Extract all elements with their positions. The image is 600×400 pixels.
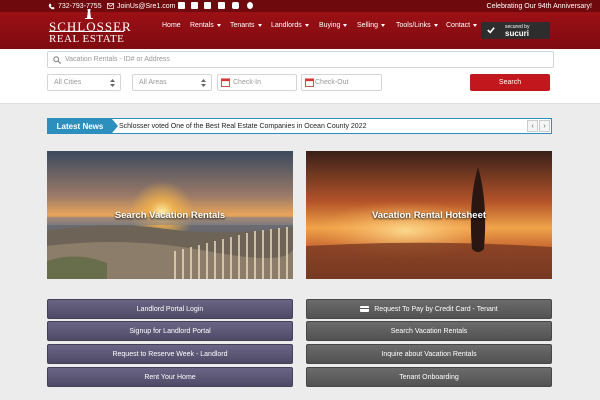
search-button[interactable]: Search: [470, 74, 550, 91]
instagram-icon[interactable]: [218, 2, 225, 9]
pay-by-credit-card-button[interactable]: Request To Pay by Credit Card - Tenant: [306, 299, 552, 319]
sucuri-badge[interactable]: secured by sucuri: [481, 22, 550, 39]
cities-select-value: All Cities: [54, 79, 82, 86]
news-next-button[interactable]: ›: [539, 120, 550, 132]
email-address: JoinUs@Sre1.com: [117, 2, 176, 10]
search-icon: [53, 56, 61, 64]
areas-select-value: All Areas: [139, 79, 167, 86]
button-label: Landlord Portal Login: [136, 305, 204, 313]
news-ticker: Latest News Schlosser voted One of the B…: [47, 118, 552, 134]
nav-selling[interactable]: Selling: [357, 12, 386, 38]
checkmark-icon: [487, 27, 495, 34]
chevron-down-icon: [433, 23, 438, 27]
nav-label: Home: [162, 21, 181, 29]
phone-number: 732-793-7755: [58, 2, 102, 10]
youtube-icon[interactable]: [232, 2, 239, 9]
twitter-icon[interactable]: [191, 2, 198, 9]
lighthouse-logo-icon: [85, 9, 93, 19]
chevron-down-icon: [343, 23, 348, 27]
phone-icon: [48, 3, 55, 9]
landlord-portal-signup-button[interactable]: Signup for Landlord Portal: [47, 321, 293, 341]
nav-label: Rentals: [190, 21, 214, 29]
card-title: Vacation Rental Hotsheet: [371, 209, 487, 221]
checkout-placeholder: Check-Out: [315, 79, 349, 86]
select-arrows-icon: [201, 79, 206, 87]
select-arrows-icon: [110, 79, 115, 87]
nav-label: Selling: [357, 21, 379, 29]
search-vacation-rentals-button[interactable]: Search Vacation Rentals: [306, 321, 552, 341]
nav-buying[interactable]: Buying: [319, 12, 348, 38]
button-label: Request to Reserve Week - Landlord: [112, 350, 228, 358]
chevron-down-icon: [257, 23, 262, 27]
landlord-portal-login-button[interactable]: Landlord Portal Login: [47, 299, 293, 319]
facebook-icon[interactable]: [178, 2, 185, 9]
news-label: Latest News: [48, 119, 118, 133]
button-label: Tenant Onboarding: [399, 373, 459, 381]
chevron-down-icon: [216, 23, 221, 27]
nav-label: Contact: [446, 21, 471, 29]
yelp-icon[interactable]: [247, 2, 253, 9]
tenant-onboarding-button[interactable]: Tenant Onboarding: [306, 367, 552, 387]
nav-home[interactable]: Home: [162, 12, 181, 38]
nav-rentals[interactable]: Rentals: [190, 12, 221, 38]
checkin-field[interactable]: Check-In: [217, 74, 297, 91]
chevron-down-icon: [304, 23, 309, 27]
checkout-field[interactable]: Check-Out: [301, 74, 382, 91]
nav-label: Buying: [319, 21, 341, 29]
button-label: Search Vacation Rentals: [390, 327, 468, 335]
cities-select[interactable]: All Cities: [47, 74, 121, 91]
checkin-placeholder: Check-In: [233, 79, 262, 86]
vacation-rental-hotsheet-card[interactable]: Vacation Rental Hotsheet: [306, 151, 552, 279]
search-vacation-rentals-card[interactable]: Search Vacation Rentals: [47, 151, 293, 279]
calendar-icon: [305, 78, 314, 87]
linkedin-icon[interactable]: [204, 2, 211, 9]
nav-tools-links[interactable]: Tools/Links: [396, 12, 438, 38]
reserve-week-landlord-button[interactable]: Request to Reserve Week - Landlord: [47, 344, 293, 364]
chevron-down-icon: [381, 23, 386, 27]
nav-landlords[interactable]: Landlords: [271, 12, 309, 38]
nav-contact[interactable]: Contact: [446, 12, 478, 38]
site-logo[interactable]: SCHLOSSER REAL ESTATE: [49, 9, 131, 46]
anniversary-text: Celebrating Our 94th Anniversary!: [486, 2, 592, 10]
logo-text-bottom: REAL ESTATE: [49, 31, 125, 45]
news-headline[interactable]: Schlosser voted One of the Best Real Est…: [119, 119, 366, 133]
button-label: Inquire about Vacation Rentals: [381, 350, 477, 358]
rent-your-home-button[interactable]: Rent Your Home: [47, 367, 293, 387]
chevron-down-icon: [473, 23, 478, 27]
card-title: Search Vacation Rentals: [114, 209, 226, 221]
areas-select[interactable]: All Areas: [132, 74, 212, 91]
rental-search-input[interactable]: Vacation Rentals - ID# or Address: [47, 51, 554, 68]
button-label: Request To Pay by Credit Card - Tenant: [374, 305, 498, 313]
calendar-icon: [221, 78, 230, 87]
nav-label: Tools/Links: [396, 21, 431, 29]
nav-label: Tenants: [230, 21, 255, 29]
button-label: Rent Your Home: [144, 373, 196, 381]
credit-card-icon: [360, 306, 370, 312]
envelope-icon: [107, 3, 114, 9]
inquire-vacation-rentals-button[interactable]: Inquire about Vacation Rentals: [306, 344, 552, 364]
news-prev-button[interactable]: ‹: [527, 120, 538, 132]
search-panel: Vacation Rentals - ID# or Address All Ci…: [0, 49, 600, 104]
nav-label: Landlords: [271, 21, 302, 29]
button-label: Signup for Landlord Portal: [129, 327, 211, 335]
nav-tenants[interactable]: Tenants: [230, 12, 262, 38]
sucuri-brand: sucuri: [505, 29, 530, 38]
email-link[interactable]: JoinUs@Sre1.com: [107, 0, 175, 12]
